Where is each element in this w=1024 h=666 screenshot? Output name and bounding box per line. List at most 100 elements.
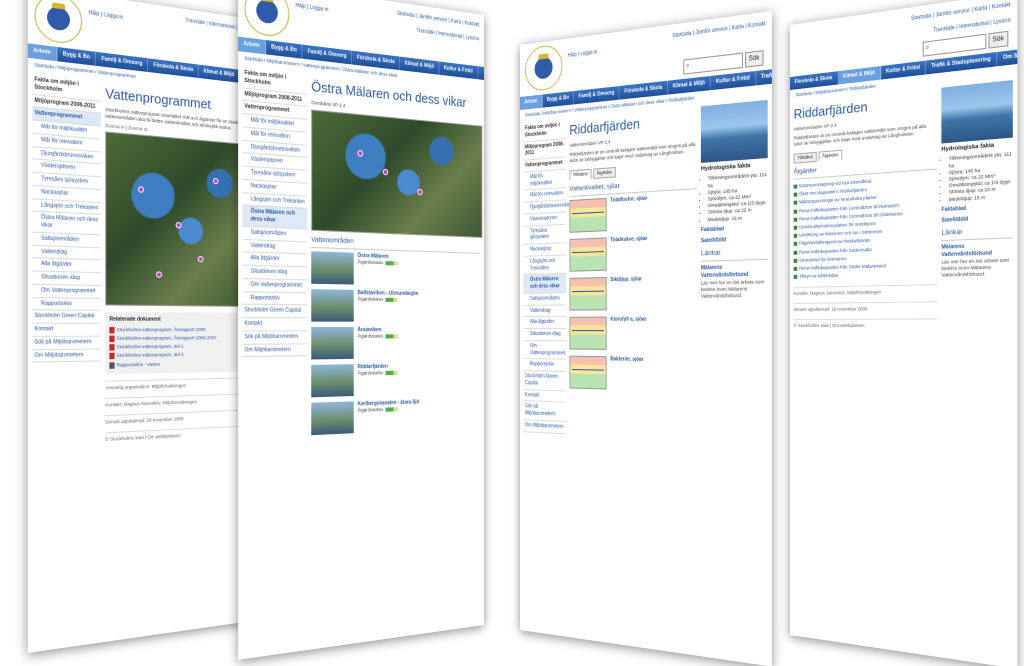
indicator-name[interactable]: Totalfosfor, sjöar xyxy=(610,195,647,231)
indicator-name[interactable]: Klorofyll a, sjöar xyxy=(610,316,646,350)
sidebar-item[interactable]: Situationen idag xyxy=(242,265,308,281)
map-marker[interactable] xyxy=(198,256,204,263)
indicator-chart[interactable] xyxy=(569,277,607,311)
sidebar-item[interactable]: Situationen idag xyxy=(523,329,566,342)
area-item[interactable]: Karlbergskanalen - klara Sjö Åtgärdsstatu… xyxy=(311,397,480,435)
sidebar-item[interactable]: Om Miljöbarometern xyxy=(523,419,566,434)
indicator-name[interactable]: Bakterier, sjöar xyxy=(610,356,643,390)
hydrology-facts: Hydrologiska fakta Tillrinningsområdets … xyxy=(701,161,768,223)
area-status: Åtgärdsstatus xyxy=(358,334,398,341)
sidebar-item[interactable]: Östra Mälaren och dess vikar xyxy=(32,211,102,236)
satellitbild-link[interactable]: Satellitbild xyxy=(941,214,1012,225)
indicator-chart[interactable] xyxy=(569,197,607,233)
sidebar-item[interactable]: Rapportarkiv xyxy=(32,297,102,312)
indicator-name[interactable]: Siktdjup, sjöar xyxy=(610,276,642,310)
tab-atgarder[interactable]: Åtgärder xyxy=(592,167,616,180)
page-vattenprogrammet: Hälp | Logga in Translate | Internationa… xyxy=(27,0,258,653)
area-status: Åtgärdsstatus xyxy=(358,406,420,415)
sidebar-item[interactable]: Om Vattenprogrammet xyxy=(32,284,102,299)
map-marker[interactable] xyxy=(175,221,182,229)
faktablad-link[interactable]: Faktablad xyxy=(701,224,768,234)
sidebar-item[interactable]: Saltsjöområden xyxy=(523,293,566,306)
status-square-icon xyxy=(793,250,798,255)
area-photo[interactable] xyxy=(311,288,354,322)
external-link[interactable]: Mälarens Vattenvårdsförbund xyxy=(701,263,768,279)
sidebar-item[interactable]: Kontakt xyxy=(242,318,308,332)
pdf-icon xyxy=(109,326,115,334)
sidebar-item-active[interactable]: Östra Mälaren och dess vikar xyxy=(242,205,308,230)
sidebar-item[interactable]: Stockholm Green Capital xyxy=(32,310,102,324)
sidebar-item-active[interactable]: Östra Mälaren och dess vikar xyxy=(523,274,566,294)
sidebar-item[interactable]: Om Vattenprogrammet xyxy=(523,340,566,361)
tab-tillstand[interactable]: Tillstånd xyxy=(793,151,817,164)
sidebar: Fakta om miljön i Stockholm Miljöprogram… xyxy=(523,119,572,434)
site-footer[interactable]: © Stockholms stad | Om webbplatsen xyxy=(105,425,255,444)
sidebar-item[interactable]: Sök på Miljöbarometern xyxy=(523,401,566,422)
area-item[interactable]: Riddarfjärden Åtgärdsstatus xyxy=(311,362,480,397)
indicator-chart[interactable] xyxy=(569,237,607,272)
nav-item[interactable]: Arbete xyxy=(520,94,543,110)
area-photo[interactable] xyxy=(311,250,354,285)
stockholm-logo xyxy=(525,43,563,93)
area-item[interactable]: Ballstaviken - Ulvsundasjön Åtgärdsstatus xyxy=(311,288,480,322)
map-marker[interactable] xyxy=(137,186,144,193)
document-link[interactable]: Rapportarkiv - Vatten xyxy=(109,359,250,370)
login-link[interactable]: Hälp | Logga in xyxy=(295,2,328,14)
satellitbild-link[interactable]: Satellitbild xyxy=(701,235,768,245)
sidebar-item[interactable]: Om Vattenprogrammet xyxy=(242,278,308,293)
page-ostra-malaren: Hälp | Logga in Startsida | Jämför servi… xyxy=(238,0,484,660)
area-item[interactable]: Årstaviken Åtgärdsstatus xyxy=(311,326,480,359)
faktablad-link[interactable]: Faktablad xyxy=(941,203,1012,214)
map-marker[interactable] xyxy=(383,169,389,176)
search-input[interactable]: ⌕ xyxy=(922,33,986,57)
area-photo[interactable] xyxy=(311,326,354,359)
status-square-icon xyxy=(793,192,798,198)
sidebar-item[interactable]: Sök på Miljöbarometern xyxy=(242,331,308,345)
login-link[interactable]: Hälp | Logga in xyxy=(568,49,598,60)
satellite-map[interactable] xyxy=(105,131,257,308)
sidebar-item[interactable]: Rapportarkiv xyxy=(523,359,566,373)
indicator-chart[interactable] xyxy=(569,316,607,350)
sidebar-item[interactable]: Rapportarkiv xyxy=(242,291,308,306)
sidebar-item[interactable]: Om Miljöbarometern xyxy=(242,343,308,358)
satellite-map[interactable] xyxy=(311,109,483,238)
tab-tillstand[interactable]: Tillstånd xyxy=(569,168,592,181)
sidebar-item[interactable]: Situationen idag xyxy=(32,271,102,286)
indicator-chart[interactable] xyxy=(569,355,607,390)
map-marker[interactable] xyxy=(357,149,363,157)
tab-atgarder[interactable]: Åtgärder xyxy=(818,149,843,163)
indicator-row[interactable]: Totalfosfor, sjöar xyxy=(569,192,697,233)
indicator-row[interactable]: Klorofyll a, sjöar xyxy=(569,316,697,351)
top-links[interactable]: Startsida | Jämför service | Karta | Kon… xyxy=(672,21,765,41)
sidebar-item[interactable]: Om Miljöbarometern xyxy=(32,349,102,363)
search-button[interactable]: Sök xyxy=(744,50,764,68)
indicator-row[interactable]: Bakterier, sjöar xyxy=(569,355,697,392)
sidebar-item[interactable]: Sök på Miljöbarometern xyxy=(32,336,102,350)
search-input[interactable]: ⌕ xyxy=(683,52,743,75)
area-photo[interactable] xyxy=(311,400,354,435)
status-square-icon xyxy=(793,274,798,280)
sidebar-item[interactable]: Stockholm Green Capital xyxy=(242,305,308,319)
sidebar-item[interactable]: Kontakt xyxy=(32,323,102,337)
sidebar-item[interactable]: Vattendrag xyxy=(523,305,566,318)
indicator-row[interactable]: Totalkväve, sjöar xyxy=(569,234,697,272)
status-square-icon xyxy=(793,242,798,247)
top-links[interactable]: Startsida | Jämför service | Karta | Kon… xyxy=(397,10,479,29)
area-status: Åtgärdsstatus xyxy=(358,259,398,267)
login-link[interactable]: Hälp | Logga in xyxy=(88,10,123,22)
area-item[interactable]: Östra Mälaren Åtgärdsstatus xyxy=(311,250,480,287)
indicator-name[interactable]: Totalkväve, sjöar xyxy=(610,236,647,271)
area-photo[interactable] xyxy=(311,363,354,397)
indicator-row[interactable]: Siktdjup, sjöar xyxy=(569,275,697,311)
sidebar-item[interactable]: Alla åtgärder xyxy=(523,317,566,330)
map-marker[interactable] xyxy=(416,188,423,196)
map-marker[interactable] xyxy=(156,271,163,278)
folder-icon xyxy=(109,361,115,369)
map-marker[interactable] xyxy=(212,178,219,185)
search-button[interactable]: Sök xyxy=(988,30,1009,49)
site-footer[interactable]: © Stockholms stad | Om webbplatsen xyxy=(793,318,938,330)
sidebar-item[interactable]: Långsjön och Trekanten xyxy=(523,255,566,276)
sidebar-item[interactable]: Tyresåns sjösystem xyxy=(523,224,566,245)
sidebar-item[interactable]: Stockholm Green Capital xyxy=(523,371,566,391)
sub-links[interactable]: Translate | International | Lyssna xyxy=(416,28,479,43)
